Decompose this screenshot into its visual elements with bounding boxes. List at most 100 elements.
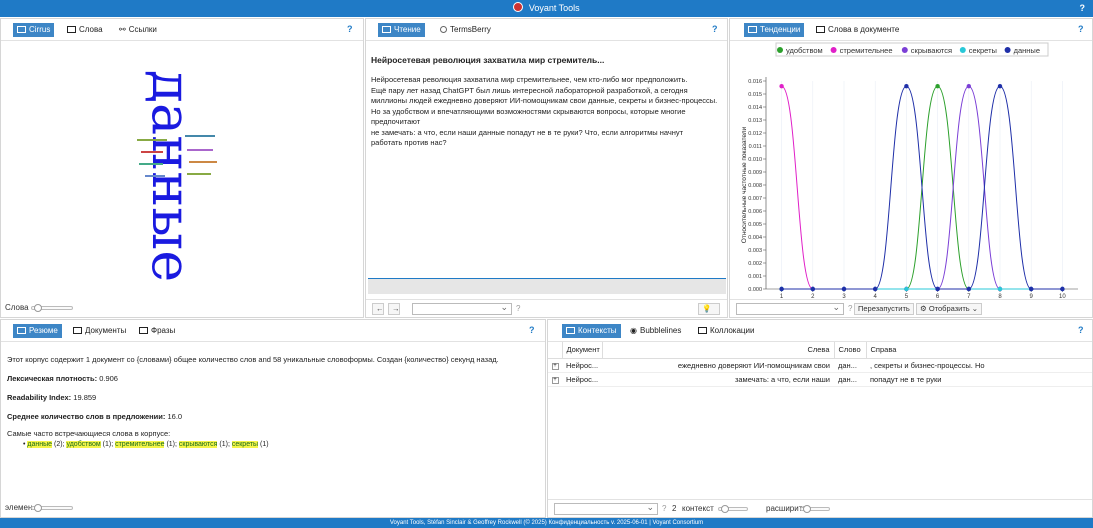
grid-icon (698, 327, 707, 334)
tab-words-in-document[interactable]: Слова в документе (812, 23, 903, 37)
help-icon[interactable]: ? (347, 24, 353, 34)
row-document: Нейрос... (566, 360, 599, 370)
tab-termsberry[interactable]: TermsBerry (436, 23, 495, 37)
help-icon[interactable]: ? (1078, 24, 1084, 34)
help-icon[interactable]: ? (516, 304, 520, 313)
app-header: Voyant Tools ? (0, 0, 1093, 17)
document-select[interactable] (412, 302, 512, 315)
data-point (1029, 286, 1034, 292)
y-tick-label: 0.006 (748, 209, 762, 215)
slider-knob[interactable] (34, 504, 42, 512)
term-select[interactable] (736, 302, 844, 315)
column-header[interactable]: Справа (866, 342, 1092, 358)
reader-tabs: Чтение TermsBerry ? (366, 19, 727, 41)
summary-icon (17, 327, 26, 334)
frequent-word[interactable]: данные (27, 441, 53, 448)
frequent-word[interactable]: скрываются (178, 441, 218, 448)
words-slider[interactable] (31, 304, 73, 312)
reader-progress-bar[interactable] (368, 278, 726, 294)
row-word: дан... (838, 360, 857, 370)
tab-documents[interactable]: Документы (69, 324, 130, 338)
tab-bubblelines[interactable]: ◉ Bubblelines (626, 324, 685, 338)
tab-collocates[interactable]: Коллокации (694, 324, 758, 338)
y-tick-label: 0.012 (748, 131, 762, 137)
summary-toolbar: элемен (1, 499, 545, 517)
help-icon[interactable]: ? (1078, 325, 1084, 335)
y-tick-label: 0.010 (748, 157, 762, 163)
grid-icon (566, 327, 575, 334)
legend-marker (777, 47, 783, 53)
column-header[interactable]: Документ (562, 342, 603, 358)
help-icon[interactable]: ? (712, 24, 718, 34)
lightbulb-icon[interactable]: 💡 (698, 303, 720, 315)
tab-words[interactable]: Слова (63, 23, 107, 37)
prev-arrow-icon[interactable]: ← (372, 303, 384, 315)
document-select[interactable] (554, 502, 658, 515)
y-tick-label: 0.011 (749, 144, 762, 150)
table-row[interactable]: + Нейрос... ежедневно доверяют ИИ-помощн… (548, 358, 1092, 372)
legend-marker (959, 47, 966, 53)
table-row[interactable]: + Нейрос... замечать: а что, если наши д… (548, 372, 1092, 386)
tab-cirrus[interactable]: Cirrus (13, 23, 55, 37)
doc-line: Ещё пару лет назад ChatGPT был лишь инте… (371, 85, 688, 95)
trends-chart[interactable]: удобством стремительнее скрываются секреты д… (730, 41, 1093, 301)
context-slider[interactable] (718, 505, 748, 513)
doc-line: предпочитают (371, 117, 421, 126)
contexts-table: Документ Слева Слово Справа + Нейрос... … (548, 342, 1092, 387)
tab-summary[interactable]: Резюме (13, 324, 62, 338)
expand-icon[interactable]: + (548, 358, 562, 372)
frequent-words-label: Самые часто встречающиеся слова в корпус… (7, 429, 171, 438)
next-arrow-icon[interactable]: → (388, 303, 400, 315)
frequent-word[interactable]: удобством (66, 441, 101, 448)
reader-toolbar: ← → ? 💡 (366, 299, 727, 317)
data-point (966, 84, 971, 89)
y-tick-label: 0.003 (748, 248, 762, 254)
cirrus-toolbar: Слова (1, 299, 363, 317)
column-header[interactable]: Слева (602, 342, 835, 358)
slider-knob[interactable] (803, 505, 811, 513)
eye-icon (17, 26, 26, 33)
legend-marker (1004, 47, 1011, 53)
summary-tabs: Резюме Документы Фразы ? (1, 320, 545, 342)
voyant-logo-icon (513, 2, 524, 12)
legend-label: стремительнее (840, 46, 893, 55)
data-point (966, 286, 971, 292)
y-tick-label: 0.007 (748, 196, 762, 202)
frequent-word[interactable]: стремительнее (115, 441, 165, 448)
table-header: Документ Слева Слово Справа (548, 342, 1092, 358)
frequent-word[interactable]: секреты (231, 441, 259, 448)
row-left: замечать: а что, если наши (734, 374, 830, 384)
doc-line: работать против нас? (371, 138, 447, 147)
row-left: ежедневно доверяют ИИ-помощникам свои (677, 360, 830, 370)
help-icon[interactable]: ? (662, 504, 666, 513)
tab-phrases[interactable]: Фразы (135, 324, 179, 338)
doc-line: Нейросетевая революция захватила мир стр… (371, 75, 688, 84)
expand-slider[interactable] (800, 505, 830, 513)
restart-button[interactable]: Перезапустить (854, 303, 914, 315)
column-header[interactable]: Слово (834, 342, 867, 358)
tab-trends[interactable]: Тенденции (744, 23, 805, 37)
tab-links[interactable]: ⚯ Ссылки (115, 23, 161, 37)
series-line (781, 85, 1063, 290)
data-point (810, 286, 815, 292)
slider-knob[interactable] (34, 304, 42, 312)
cirrus-panel: Cirrus Слова ⚯ Ссылки ? данные Слова (0, 18, 364, 318)
legend-label: скрываются (911, 46, 952, 55)
display-button[interactable]: ⚙ Отобразить ⌄ (916, 303, 983, 315)
help-icon[interactable]: ? (1080, 0, 1086, 17)
data-point (997, 286, 1003, 292)
tab-reader[interactable]: Чтение (378, 23, 425, 37)
trends-toolbar: ? Перезапустить ⚙ Отобразить ⌄ (730, 299, 1092, 317)
y-tick-label: 0.000 (748, 287, 762, 293)
gear-icon: ⚙ (920, 304, 929, 313)
help-icon[interactable]: ? (529, 325, 535, 335)
doc-line: Но за удобством и впечатляющими возможно… (371, 106, 686, 116)
expand-icon[interactable]: + (548, 372, 562, 386)
data-point (997, 84, 1003, 89)
slider-knob[interactable] (721, 505, 729, 513)
help-icon[interactable]: ? (848, 304, 852, 313)
links-icon: ⚯ (119, 25, 126, 34)
context-label: контекст (682, 504, 714, 513)
items-slider[interactable] (31, 504, 73, 512)
tab-contexts[interactable]: Контексты (562, 324, 621, 338)
